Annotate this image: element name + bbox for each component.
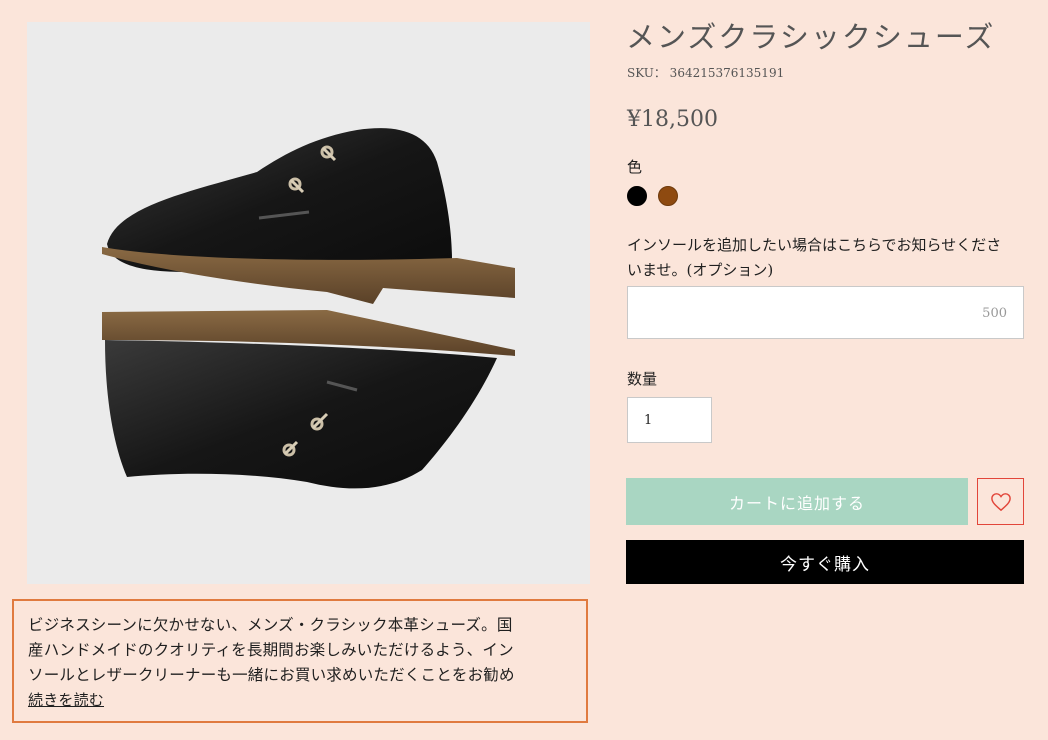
heart-icon (990, 492, 1011, 511)
quantity-label: 数量 (627, 370, 658, 388)
product-description: ビジネスシーンに欠かせない、メンズ・クラシック本革シューズ。国 産ハンドメイドの… (12, 599, 588, 723)
product-title: メンズクラシックシューズ (626, 20, 996, 54)
color-swatch-black[interactable] (627, 186, 647, 206)
insole-text-field[interactable]: 500 (627, 286, 1024, 339)
buy-now-button[interactable]: 今すぐ購入 (626, 540, 1024, 584)
buy-now-label: 今すぐ購入 (780, 554, 870, 575)
product-sku: SKU： 364215376135191 (627, 66, 785, 80)
product-image (27, 22, 590, 584)
description-line-2: 産ハンドメイドのクオリティを長期間お楽しみいただけるよう、イン (28, 641, 514, 659)
color-swatch-brown[interactable] (658, 186, 678, 206)
boots-illustration (102, 128, 515, 489)
insole-label-line-1: インソールを追加したい場合はこちらでお知らせくださ (627, 236, 1002, 254)
top-boot (102, 128, 515, 304)
char-limit-counter: 500 (982, 306, 1007, 321)
read-more-link[interactable]: 続きを読む (28, 691, 104, 709)
insole-label: インソールを追加したい場合はこちらでお知らせくださ いませ。(オプション) (627, 233, 1027, 283)
product-price: ¥18,500 (627, 107, 718, 132)
description-line-3: ソールとレザークリーナーも一緒にお買い求めいただくことをお勧め (28, 666, 515, 684)
description-line-1: ビジネスシーンに欠かせない、メンズ・クラシック本革シューズ。国 (28, 616, 513, 634)
wishlist-button[interactable] (977, 478, 1024, 525)
quantity-input[interactable]: 1 (627, 397, 712, 443)
bottom-boot (102, 310, 515, 489)
insole-label-line-2: いませ。(オプション) (627, 261, 774, 279)
color-label: 色 (627, 158, 643, 176)
add-to-cart-label: カートに追加する (728, 493, 865, 513)
add-to-cart-button[interactable]: カートに追加する (626, 478, 968, 525)
